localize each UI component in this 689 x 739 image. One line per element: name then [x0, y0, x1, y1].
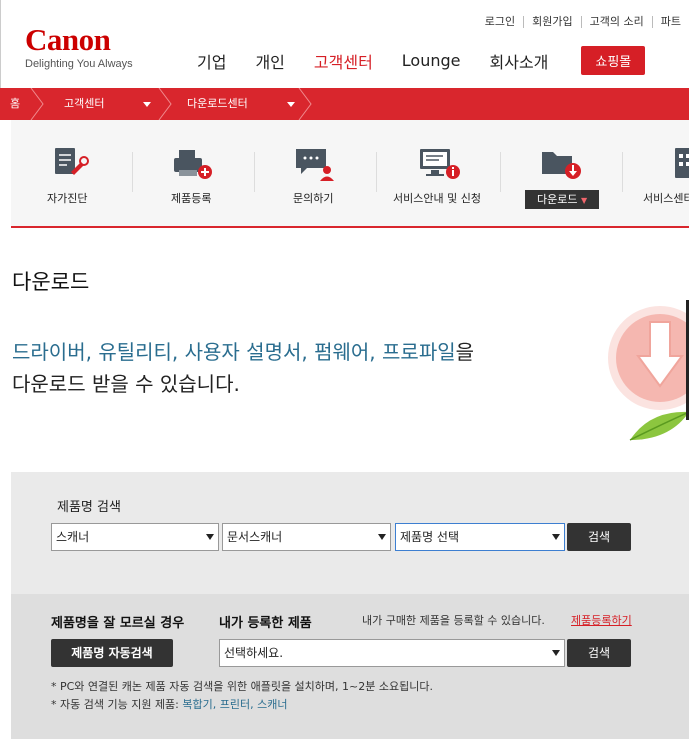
signup-link[interactable]: 회원가입	[524, 16, 582, 28]
nav-lounge[interactable]: Lounge	[402, 51, 461, 70]
product-name-select[interactable]: 제품명 선택	[395, 523, 565, 551]
registered-product-select[interactable]: 선택하세요.	[219, 639, 565, 667]
service-center-icon	[675, 148, 689, 178]
search-button[interactable]: 검색	[567, 523, 631, 551]
page-title: 다운로드	[12, 270, 90, 294]
download-folder-icon	[542, 152, 581, 179]
product-name-select-value: 제품명 선택	[400, 530, 460, 544]
breadcrumb-level2[interactable]: 다운로드센터	[187, 88, 248, 120]
breadcrumb: 홈 고객센터 다운로드센터	[0, 88, 689, 120]
logo-tagline: Delighting You Always	[25, 58, 133, 70]
login-link[interactable]: 로그인	[477, 16, 525, 28]
auto-detect-button[interactable]: 제품명 자동검색	[51, 639, 173, 667]
service-label: 문의하기	[293, 192, 334, 205]
service-label-active: 다운로드 ▼	[525, 190, 600, 209]
registered-product-select-value: 선택하세요.	[224, 646, 284, 660]
customer-voice-link[interactable]: 고객의 소리	[582, 16, 653, 28]
chevron-down-icon	[206, 534, 214, 540]
caret-down-icon: ▼	[580, 196, 588, 205]
breadcrumb-separator-icon	[298, 88, 312, 120]
chevron-down-icon[interactable]	[143, 102, 151, 107]
self-diagnosis-icon	[55, 148, 89, 175]
intro-text: 드라이버, 유틸리티, 사용자 설명서, 펌웨어, 프로파일을 다운로드 받을 …	[12, 336, 474, 400]
subcategory-select[interactable]: 문서스캐너	[222, 523, 391, 551]
nav-personal[interactable]: 개인	[255, 49, 284, 73]
intro-line2: 다운로드 받을 수 있습니다.	[12, 372, 240, 396]
intro-highlight: 드라이버, 유틸리티, 사용자 설명서, 펌웨어, 프로파일	[12, 340, 456, 364]
intro-suffix: 을	[455, 340, 475, 364]
inquiry-icon	[296, 149, 334, 181]
download-illustration-icon	[608, 300, 689, 441]
chevron-down-icon[interactable]	[287, 102, 295, 107]
service-info-icon	[420, 149, 460, 179]
service-label: 자가진단	[47, 192, 88, 205]
service-item-service-center[interactable]: 서비스센터	[623, 120, 689, 228]
nav-corporate[interactable]: 기업	[197, 49, 226, 73]
utility-links: 로그인 회원가입 고객의 소리 파트	[477, 16, 689, 28]
chevron-down-icon	[552, 534, 560, 540]
chevron-down-icon	[552, 650, 560, 656]
category-select[interactable]: 스캐너	[51, 523, 219, 551]
breadcrumb-home[interactable]: 홈	[10, 88, 20, 120]
main-nav: 기업 개인 고객센터 Lounge 회사소개 쇼핑몰	[197, 46, 646, 75]
service-label: 서비스안내 및 신청	[393, 192, 481, 205]
service-menu: 자가진단 제품등록 문의하기 서비스안내 및 신청 다운로드 ▼ 서비스센터	[11, 120, 689, 228]
register-product-link[interactable]: 제품등록하기	[571, 612, 632, 628]
category-select-value: 스캐너	[56, 530, 90, 544]
registered-product-heading: 내가 등록한 제품	[219, 616, 312, 631]
service-label: 서비스센터	[643, 192, 689, 205]
product-register-icon	[174, 150, 212, 179]
chevron-down-icon	[378, 534, 386, 540]
shop-button[interactable]: 쇼핑몰	[581, 46, 646, 75]
logo-wordmark: Canon	[25, 22, 111, 57]
registered-search-button[interactable]: 검색	[567, 639, 631, 667]
supported-products-note: * 자동 검색 기능 지원 제품: 복합기, 프린터, 스캐너	[51, 696, 287, 712]
product-search-panel: 제품명 검색 스캐너 문서스캐너 제품명 선택 검색	[11, 472, 689, 594]
service-label: 제품등록	[171, 192, 212, 205]
breadcrumb-separator-icon	[158, 88, 172, 120]
auto-search-panel: 제품명을 잘 모르실 경우 제품명 자동검색 내가 등록한 제품 내가 구매한 …	[11, 594, 689, 739]
supported-products-list: 복합기, 프린터, 스캐너	[182, 698, 288, 711]
supported-products-prefix: * 자동 검색 기능 지원 제품:	[51, 698, 183, 711]
breadcrumb-level1[interactable]: 고객센터	[64, 88, 104, 120]
partner-link[interactable]: 파트	[653, 16, 689, 28]
unknown-product-heading: 제품명을 잘 모르실 경우	[51, 616, 185, 631]
service-item-service-info[interactable]: 서비스안내 및 신청	[377, 120, 499, 228]
download-tab-label: 다운로드	[537, 193, 578, 206]
site-header: Canon Delighting You Always 로그인 회원가입 고객의…	[0, 0, 689, 88]
register-note: 내가 구매한 제품을 등록할 수 있습니다.	[362, 614, 545, 627]
breadcrumb-separator-icon	[30, 88, 44, 120]
service-item-self-diagnosis[interactable]: 자가진단	[11, 120, 131, 228]
auto-search-note: * PC와 연결된 캐논 제품 자동 검색을 위한 애플릿을 설치하며, 1~2…	[51, 680, 433, 693]
nav-company[interactable]: 회사소개	[490, 49, 549, 73]
service-item-product-register[interactable]: 제품등록	[133, 120, 253, 228]
canon-logo[interactable]: Canon Delighting You Always	[25, 22, 133, 70]
service-item-download[interactable]: 다운로드 ▼	[501, 120, 621, 228]
search-label: 제품명 검색	[57, 500, 121, 515]
nav-customer-center[interactable]: 고객센터	[314, 49, 373, 73]
service-item-inquiry[interactable]: 문의하기	[255, 120, 375, 228]
subcategory-select-value: 문서스캐너	[227, 530, 283, 544]
